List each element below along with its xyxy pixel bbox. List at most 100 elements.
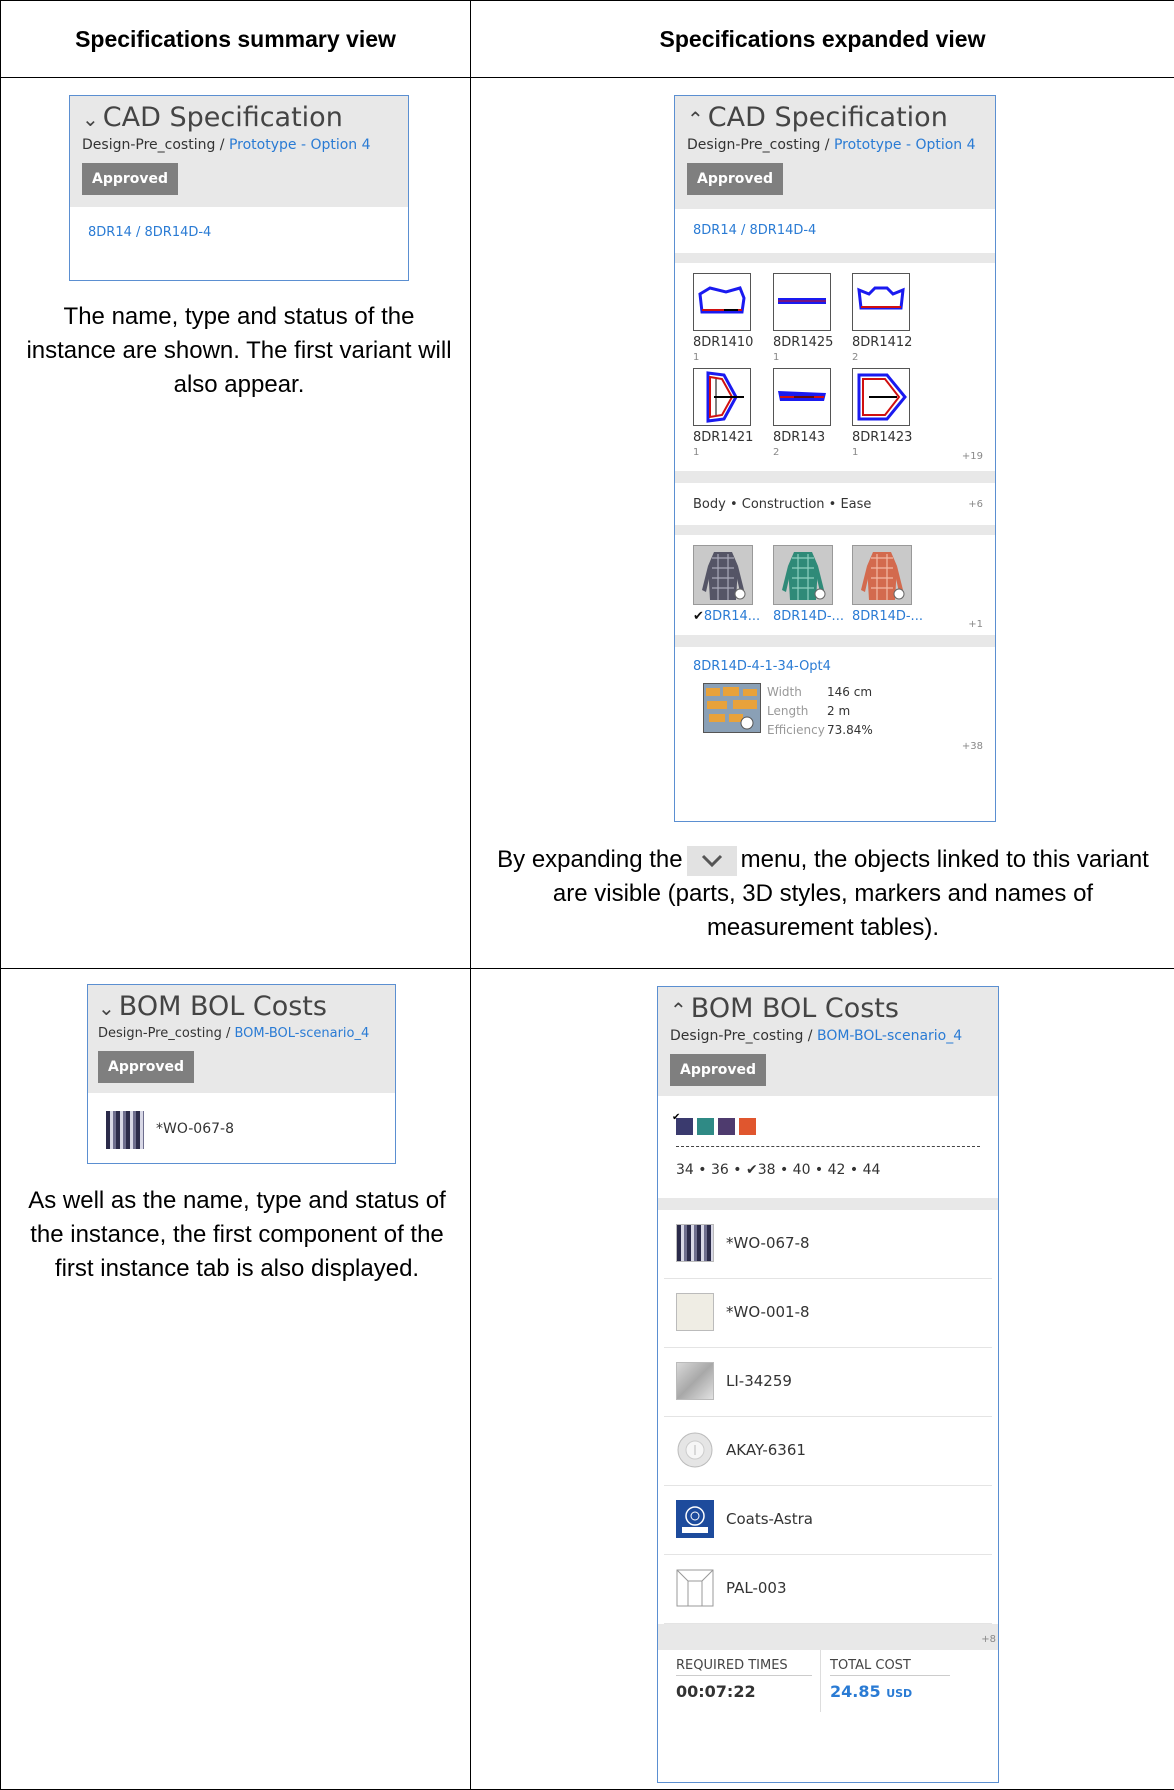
part-item[interactable]: 8DR14231 [852, 368, 942, 458]
style-item[interactable]: ✔8DR14... [693, 545, 783, 624]
component-name: Coats-Astra [726, 1510, 813, 1528]
bom-expanded-cell: ⌃BOM BOL Costs Design-Pre_costing / BOM-… [471, 969, 1174, 1790]
required-times-value: 00:07:22 [676, 1682, 756, 1701]
instance-path: Design-Pre_costing / Prototype - Option … [687, 137, 983, 153]
check-circle-icon: ✔ [693, 609, 704, 624]
status-badge: Approved [687, 163, 783, 195]
card-title[interactable]: ⌄CAD Specification [82, 102, 396, 133]
color-swatches [676, 1116, 760, 1135]
instance-path: Design-Pre_costing / BOM-BOL-scenario_4 [670, 1028, 986, 1044]
color-swatch[interactable] [739, 1118, 756, 1135]
part-item[interactable]: 8DR14101 [693, 273, 783, 363]
card-title[interactable]: ⌃BOM BOL Costs [670, 993, 986, 1024]
part-item[interactable]: 8DR1432 [773, 368, 863, 458]
color-swatch[interactable] [718, 1118, 735, 1135]
part-item[interactable]: 8DR14251 [773, 273, 863, 363]
card-title[interactable]: ⌄BOM BOL Costs [98, 991, 385, 1022]
chevron-down-icon[interactable]: ⌄ [98, 996, 115, 1020]
fabric-swatch [106, 1111, 144, 1149]
chevron-up-icon[interactable]: ⌃ [687, 107, 704, 131]
measurement-tables: Body • Construction • Ease [693, 497, 871, 512]
part-item[interactable]: 8DR14122 [852, 273, 942, 363]
chevron-up-icon[interactable]: ⌃ [670, 998, 687, 1022]
status-badge: Approved [670, 1054, 766, 1086]
label-icon [676, 1569, 714, 1607]
size-range: 34 • 36 • ✔38 • 40 • 42 • 44 [676, 1162, 880, 1178]
status-badge: Approved [98, 1051, 194, 1083]
bom-summary-card: ⌄BOM BOL Costs Design-Pre_costing / BOM-… [87, 984, 396, 1164]
style-thumbnail [694, 546, 752, 604]
divider [676, 1146, 980, 1147]
totals-section: REQUIRED TIMES 00:07:22 TOTAL COST 24.85… [664, 1650, 992, 1712]
status-badge: Approved [82, 163, 178, 195]
components-more-count[interactable]: +8 [981, 1634, 996, 1645]
colors-sizes-section: ✔ 34 • 36 • ✔38 • 40 • 42 • 44 [664, 1096, 992, 1198]
component-row[interactable]: Coats-Astra [664, 1486, 992, 1555]
instance-link[interactable]: BOM-BOL-scenario_4 [817, 1028, 962, 1044]
marker-efficiency-label: Efficiency [767, 721, 825, 740]
component-name: PAL-003 [726, 1579, 786, 1597]
fabric-swatch [676, 1224, 714, 1262]
total-cost-value: 24.85 USD [830, 1682, 912, 1701]
instance-link[interactable]: Prototype - Option 4 [834, 137, 976, 153]
bom-summary-cell: ⌄BOM BOL Costs Design-Pre_costing / BOM-… [1, 969, 471, 1790]
style-thumbnail [853, 546, 911, 604]
style-item[interactable]: 8DR14D-... [773, 545, 863, 624]
cad-summary-card: ⌄CAD Specification Design-Pre_costing / … [69, 95, 409, 281]
chevron-down-icon[interactable]: ⌄ [82, 107, 99, 131]
bom-summary-description: As well as the name, type and status of … [15, 1184, 459, 1286]
marker-width-value: 146 cm [827, 683, 873, 702]
cad-expanded-cell: ⌃CAD Specification Design-Pre_costing / … [471, 78, 1174, 969]
variant-link[interactable]: 8DR14 / 8DR14D-4 [88, 225, 211, 240]
spec-table: Specifications summary view Specificatio… [0, 0, 1174, 1790]
component-name: LI-34259 [726, 1372, 792, 1390]
card-title[interactable]: ⌃CAD Specification [687, 102, 983, 133]
component-name: AKAY-6361 [726, 1441, 806, 1459]
cad-summary-cell: ⌄CAD Specification Design-Pre_costing / … [1, 78, 471, 969]
fabric-swatch [676, 1293, 714, 1331]
marker-link[interactable]: 8DR14D-4-1-34-Opt4 [693, 659, 831, 674]
color-swatch[interactable] [697, 1118, 714, 1135]
marker-width-label: Width [767, 683, 825, 702]
component-name: *WO-067-8 [726, 1234, 810, 1252]
styles-section: ✔8DR14... 8DR14D-... 8DR14D-... +1 [681, 535, 989, 635]
marker-more-count[interactable]: +38 [962, 741, 983, 752]
header-summary: Specifications summary view [1, 1, 471, 78]
part-item[interactable]: 8DR14211 [693, 368, 783, 458]
marker-length-label: Length [767, 702, 825, 721]
variant-link[interactable]: 8DR14 / 8DR14D-4 [693, 223, 816, 238]
bom-expanded-card: ⌃BOM BOL Costs Design-Pre_costing / BOM-… [657, 986, 999, 1783]
marker-efficiency-value: 73.84% [827, 721, 873, 740]
component-row[interactable]: *WO-067-8 [94, 1093, 389, 1163]
lining-swatch [676, 1362, 714, 1400]
component-row[interactable]: *WO-067-8 [664, 1210, 992, 1279]
component-name: *WO-067-8 [156, 1121, 234, 1137]
header-expanded: Specifications expanded view [471, 1, 1174, 78]
measurement-tables-row[interactable]: Body • Construction • Ease +6 [681, 483, 989, 525]
variant-row[interactable]: 8DR14 / 8DR14D-4 [681, 209, 989, 253]
check-circle-icon: ✔ [746, 1162, 758, 1178]
cad-expanded-description: By expanding themenu, the objects linked… [487, 843, 1159, 945]
marker-length-value: 2 m [827, 702, 873, 721]
component-row[interactable]: LI-34259 [664, 1348, 992, 1417]
chevron-down-icon [687, 846, 737, 876]
styles-more-count[interactable]: +1 [968, 619, 983, 630]
component-row[interactable]: *WO-001-8 [664, 1279, 992, 1348]
cad-summary-description: The name, type and status of the instanc… [19, 300, 459, 402]
parts-section: 8DR14101 8DR14251 8DR14122 8DR14211 [681, 263, 989, 471]
component-row[interactable]: AKAY-6361 [664, 1417, 992, 1486]
measurement-more-count[interactable]: +6 [968, 499, 983, 510]
marker-section: 8DR14D-4-1-34-Opt4 Width Length Efficien… [681, 647, 989, 757]
style-thumbnail [774, 546, 832, 604]
check-circle-icon: ✔ [672, 1112, 680, 1123]
instance-path: Design-Pre_costing / Prototype - Option … [82, 137, 396, 153]
style-item[interactable]: 8DR14D-... [852, 545, 942, 624]
component-name: *WO-001-8 [726, 1303, 810, 1321]
parts-more-count[interactable]: +19 [962, 451, 983, 462]
instance-link[interactable]: BOM-BOL-scenario_4 [234, 1026, 369, 1041]
instance-link[interactable]: Prototype - Option 4 [229, 137, 371, 153]
instance-path: Design-Pre_costing / BOM-BOL-scenario_4 [98, 1026, 385, 1041]
total-cost-label: TOTAL COST [830, 1658, 950, 1676]
cad-expanded-card: ⌃CAD Specification Design-Pre_costing / … [674, 95, 996, 822]
component-row[interactable]: PAL-003 [664, 1555, 992, 1624]
